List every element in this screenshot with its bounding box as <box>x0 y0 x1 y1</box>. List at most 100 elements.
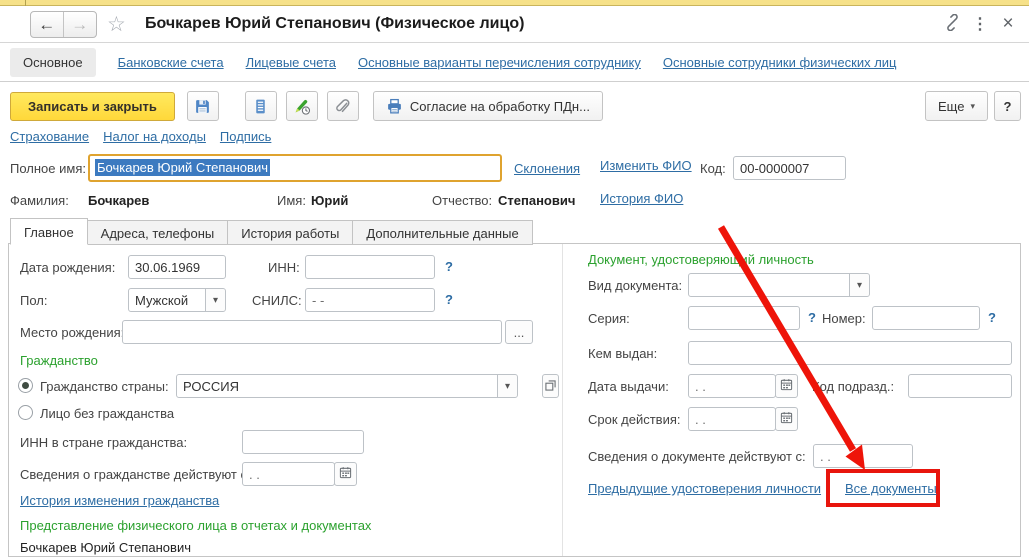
section-link-personal-accounts[interactable]: Лицевые счета <box>246 55 336 70</box>
citizenship-valid-from-input[interactable]: . . <box>242 462 335 486</box>
foreign-inn-input[interactable] <box>242 430 364 454</box>
more-button[interactable]: Еще ▾ <box>925 91 988 121</box>
gender-value: Мужской <box>135 293 188 308</box>
issue-date-label: Дата выдачи: <box>588 379 669 394</box>
attachments-button[interactable] <box>327 91 359 121</box>
save-button[interactable] <box>187 91 219 121</box>
citizenship-history-link[interactable]: История изменения гражданства <box>20 493 219 508</box>
issued-by-input[interactable] <box>688 341 1012 365</box>
number-input[interactable] <box>872 306 980 330</box>
citizenship-group-title: Гражданство <box>20 353 98 368</box>
consent-print-button[interactable]: Согласие на обработку ПДн... <box>373 91 603 121</box>
back-button[interactable]: ← <box>31 12 64 37</box>
document-kind-combo[interactable]: ▾ <box>688 273 870 297</box>
birth-place-input[interactable] <box>122 320 502 344</box>
expiry-input[interactable]: . . <box>688 407 776 431</box>
citizenship-country-radio[interactable] <box>18 378 33 393</box>
change-fio-link[interactable]: Изменить ФИО <box>600 158 692 173</box>
help-button[interactable]: ? <box>994 91 1021 121</box>
floppy-disk-icon <box>194 98 211 115</box>
related-documents-button[interactable] <box>245 91 277 121</box>
birth-date-label: Дата рождения: <box>20 260 115 275</box>
tab-additional-data[interactable]: Дополнительные данные <box>352 220 532 245</box>
citizenship-country-label: Гражданство страны: <box>40 379 169 394</box>
open-window-icon <box>545 379 556 394</box>
previous-ids-link[interactable]: Предыдущие удостоверения личности <box>588 481 821 496</box>
gender-combo[interactable]: Мужской ▾ <box>128 288 226 312</box>
lastname-label: Фамилия: <box>10 193 69 208</box>
paperclip-icon <box>334 98 351 115</box>
series-input[interactable] <box>688 306 800 330</box>
inn-hint-icon[interactable]: ? <box>445 259 453 274</box>
tab-main[interactable]: Главное <box>10 218 88 245</box>
citizenship-country-value: РОССИЯ <box>183 379 239 394</box>
gender-label: Пол: <box>20 293 48 308</box>
issue-date-input[interactable]: . . <box>688 374 776 398</box>
favorite-star-icon[interactable]: ☆ <box>107 12 126 37</box>
presentation-group-title: Представление физического лица в отчетах… <box>20 518 371 533</box>
kebab-menu-icon[interactable]: ⋮ <box>969 13 991 35</box>
insurance-link[interactable]: Страхование <box>10 129 89 144</box>
forward-button[interactable]: → <box>64 12 97 37</box>
income-tax-link[interactable]: Налог на доходы <box>103 129 206 144</box>
document-kind-dropdown-icon[interactable]: ▾ <box>849 273 870 297</box>
snils-mask: - - <box>312 293 324 308</box>
stateless-radio[interactable] <box>18 405 33 420</box>
taskbar-notch <box>25 0 26 6</box>
firstname-value: Юрий <box>311 193 348 208</box>
save-and-close-button[interactable]: Записать и закрыть <box>10 92 175 121</box>
inn-label: ИНН: <box>268 260 300 275</box>
series-hint-icon[interactable]: ? <box>808 310 816 325</box>
document-kind-label: Вид документа: <box>588 278 682 293</box>
birth-place-ellipsis-button[interactable]: ... <box>505 320 533 344</box>
issued-by-label: Кем выдан: <box>588 346 657 361</box>
code-input[interactable]: 00-0000007 <box>733 156 846 180</box>
citizenship-valid-from-label: Сведения о гражданстве действуют с: <box>20 467 251 482</box>
tab-work-history[interactable]: История работы <box>227 220 353 245</box>
citizenship-dropdown-icon[interactable]: ▾ <box>497 374 518 398</box>
page-title: Бочкарев Юрий Степанович (Физическое лиц… <box>145 15 524 33</box>
all-documents-link[interactable]: Все документы <box>845 481 937 496</box>
middlename-value: Степанович <box>498 193 575 208</box>
tab-addresses[interactable]: Адреса, телефоны <box>87 220 229 245</box>
doc-valid-from-mask: . . <box>820 449 831 464</box>
citizenship-open-button[interactable] <box>542 374 559 398</box>
change-history-button[interactable] <box>286 91 318 121</box>
chain-link-icon <box>944 14 961 34</box>
section-link-transfer-options[interactable]: Основные варианты перечисления сотрудник… <box>358 55 641 70</box>
close-icon[interactable]: × <box>997 13 1019 35</box>
gender-dropdown-icon[interactable]: ▾ <box>205 288 226 312</box>
issue-date-calendar-button[interactable] <box>775 374 798 398</box>
doc-valid-from-input[interactable]: . . <box>813 444 913 468</box>
number-label: Номер: <box>822 311 866 326</box>
fio-history-link[interactable]: История ФИО <box>600 191 683 206</box>
window-header: ← → ☆ Бочкарев Юрий Степанович (Физическ… <box>0 7 1029 43</box>
printer-icon <box>386 98 403 115</box>
expiry-calendar-button[interactable] <box>775 407 798 431</box>
get-link-button[interactable] <box>941 13 963 35</box>
section-nav: Основное Банковские счета Лицевые счета … <box>0 44 1029 82</box>
section-link-main-employees[interactable]: Основные сотрудники физических лиц <box>663 55 897 70</box>
declension-link[interactable]: Склонения <box>514 161 580 176</box>
section-tab-main[interactable]: Основное <box>10 48 96 77</box>
inn-input[interactable] <box>305 255 435 279</box>
code-label: Код: <box>700 161 726 176</box>
firstname-label: Имя: <box>277 193 306 208</box>
toolbar: Записать и закрыть <box>0 88 1029 124</box>
citizenship-calendar-button[interactable] <box>334 462 357 486</box>
number-hint-icon[interactable]: ? <box>988 310 996 325</box>
signature-link[interactable]: Подпись <box>220 129 271 144</box>
person-card-window: ← → ☆ Бочкарев Юрий Степанович (Физическ… <box>0 0 1029 557</box>
dept-code-input[interactable] <box>908 374 1012 398</box>
issue-date-mask: . . <box>695 379 706 394</box>
snils-input[interactable]: - - <box>305 288 435 312</box>
consent-button-label: Согласие на обработку ПДн... <box>410 99 590 114</box>
detail-tabs: Главное Адреса, телефоны История работы … <box>10 218 532 245</box>
taskbar-edge <box>0 0 1029 6</box>
full-name-input[interactable]: Бочкарев Юрий Степанович <box>88 154 502 182</box>
snils-hint-icon[interactable]: ? <box>445 292 453 307</box>
section-link-bank-accounts[interactable]: Банковские счета <box>118 55 224 70</box>
birth-date-input[interactable]: 30.06.1969 <box>128 255 226 279</box>
column-divider <box>562 244 563 556</box>
citizenship-country-combo[interactable]: РОССИЯ ▾ <box>176 374 518 398</box>
